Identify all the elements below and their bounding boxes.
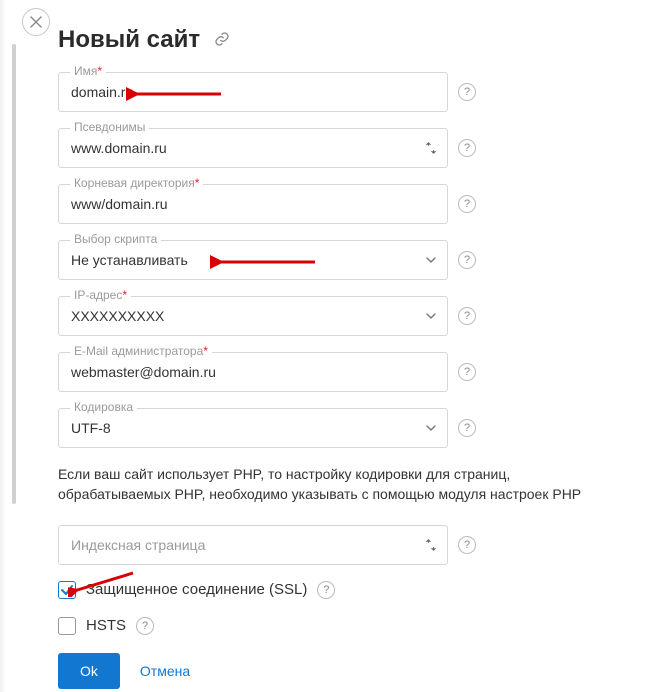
scrollbar-thumb[interactable]: [12, 44, 16, 504]
help-icon-root[interactable]: ?: [458, 195, 476, 213]
scrollbar-track[interactable]: [12, 44, 16, 688]
ok-button[interactable]: Ok: [58, 653, 120, 689]
info-text: Если ваш сайт использует PHP, то настрой…: [58, 464, 618, 505]
ssl-label: Защищенное соединение (SSL): [86, 581, 307, 598]
name-input[interactable]: domain.ru: [58, 72, 448, 112]
field-label-script: Выбор скрипта: [70, 232, 161, 246]
field-label-aliases: Псевдонимы: [70, 120, 149, 134]
root-input[interactable]: www/domain.ru: [58, 184, 448, 224]
email-input[interactable]: webmaster@domain.ru: [58, 352, 448, 392]
field-label-email: E-Mail администратора*: [70, 344, 212, 358]
help-icon-name[interactable]: ?: [458, 83, 476, 101]
close-button[interactable]: [22, 8, 50, 36]
hsts-label: HSTS: [86, 617, 126, 634]
chevron-down-icon: [425, 254, 437, 266]
help-icon-ssl[interactable]: ?: [317, 581, 335, 599]
script-value: Не устанавливать: [71, 252, 188, 268]
page-title: Новый сайт: [58, 26, 200, 54]
root-value: www/domain.ru: [71, 196, 167, 212]
field-label-ip: IP-адрес*: [70, 288, 131, 302]
help-icon-email[interactable]: ?: [458, 363, 476, 381]
help-icon-script[interactable]: ?: [458, 251, 476, 269]
cancel-button[interactable]: Отмена: [140, 663, 190, 679]
ip-select[interactable]: XXXXXXXXXX: [58, 296, 448, 336]
hsts-checkbox[interactable]: [58, 617, 76, 635]
help-icon-charset[interactable]: ?: [458, 419, 476, 437]
name-value: domain.ru: [71, 84, 133, 100]
help-icon-hsts[interactable]: ?: [136, 617, 154, 635]
permalink-icon[interactable]: [214, 31, 230, 47]
charset-value: UTF-8: [71, 420, 111, 436]
help-icon-aliases[interactable]: ?: [458, 139, 476, 157]
chevron-down-icon: [425, 310, 437, 322]
sort-icon[interactable]: [425, 142, 437, 154]
index-placeholder: Индексная страница: [71, 537, 205, 553]
close-icon: [30, 16, 42, 28]
field-label-name: Имя*: [70, 64, 106, 78]
aliases-value: www.domain.ru: [71, 140, 167, 156]
help-icon-ip[interactable]: ?: [458, 307, 476, 325]
aliases-input[interactable]: www.domain.ru: [58, 128, 448, 168]
email-value: webmaster@domain.ru: [71, 364, 216, 380]
sort-icon[interactable]: [425, 539, 437, 551]
help-icon-index[interactable]: ?: [458, 536, 476, 554]
index-input[interactable]: Индексная страница: [58, 525, 448, 565]
ip-value: XXXXXXXXXX: [71, 308, 164, 324]
ssl-checkbox[interactable]: [58, 581, 76, 599]
charset-select[interactable]: UTF-8: [58, 408, 448, 448]
field-label-root: Корневая директория*: [70, 176, 203, 190]
chevron-down-icon: [425, 422, 437, 434]
field-label-charset: Кодировка: [70, 400, 137, 414]
script-select[interactable]: Не устанавливать: [58, 240, 448, 280]
check-icon: [60, 583, 74, 597]
